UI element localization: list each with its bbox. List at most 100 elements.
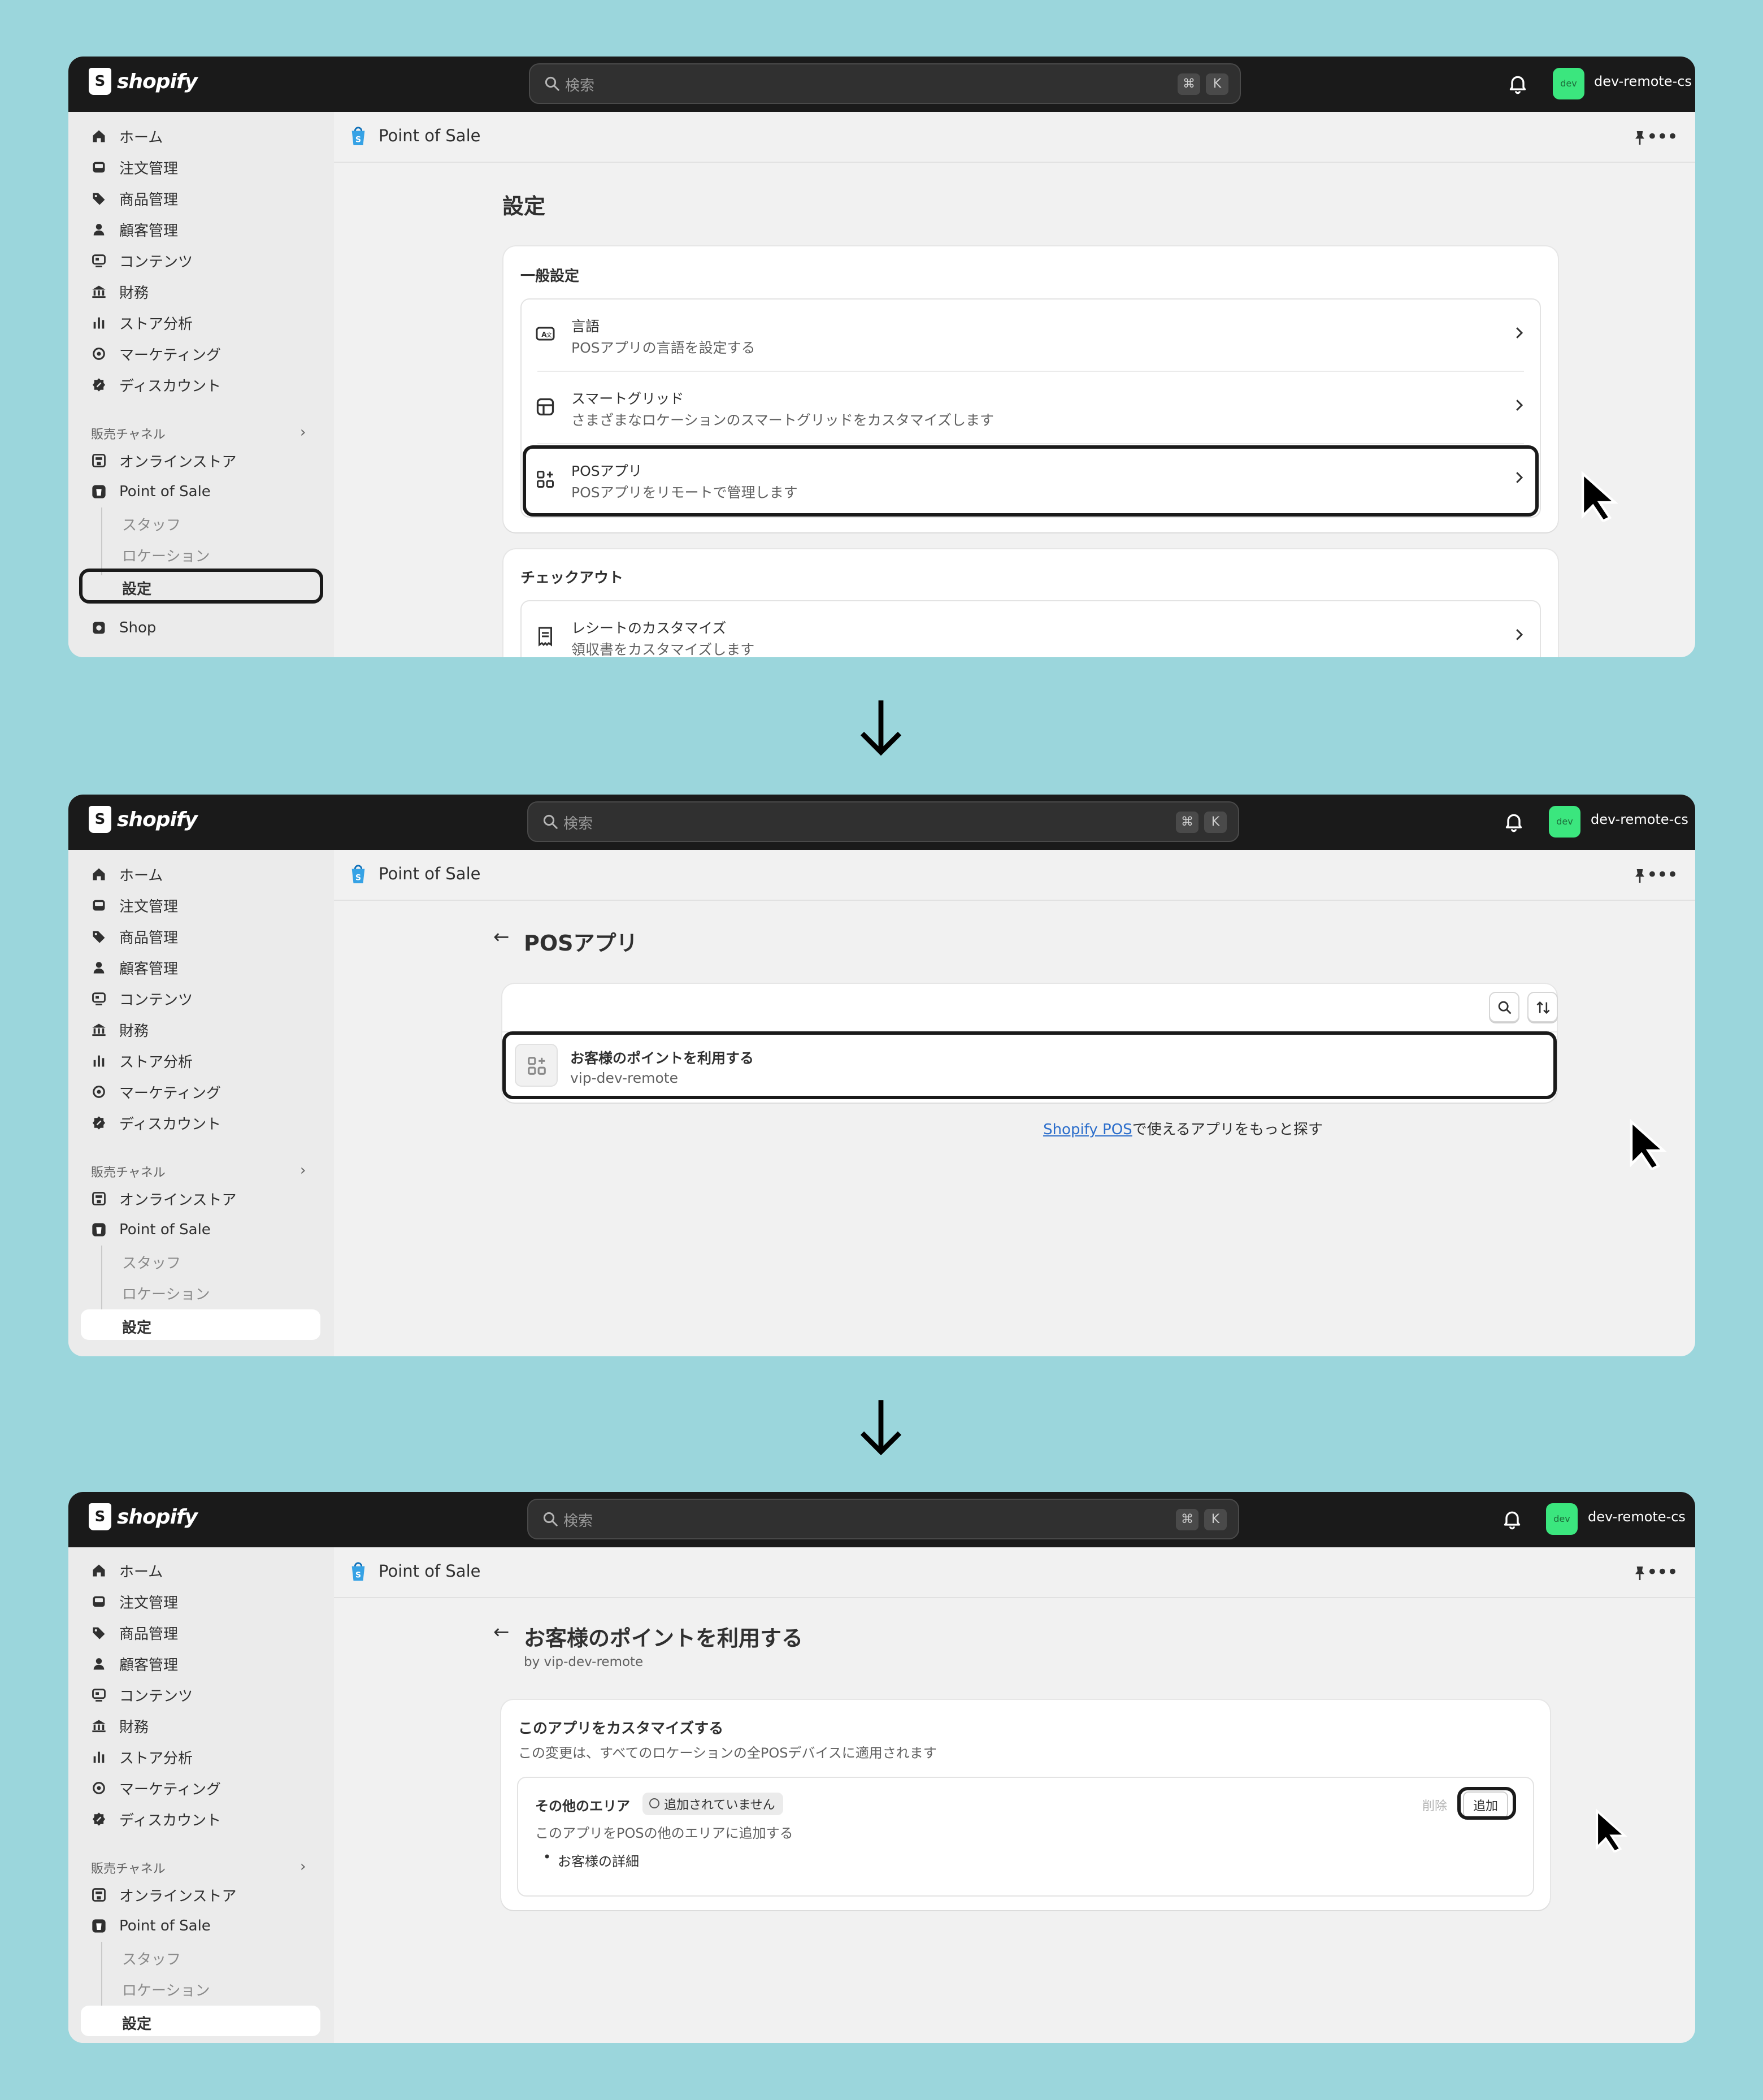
sidebar-item-marketing[interactable]: マーケティング [91,1077,221,1107]
sidebar-item-products[interactable]: 商品管理 [91,1617,178,1648]
brand-name: shopify [117,808,198,831]
more-options-icon[interactable]: ••• [1647,125,1678,148]
sidebar-item-home[interactable]: ホーム [91,859,163,890]
row-subtitle: さまざまなロケーションのスマートグリッドをカスタマイズします [571,412,995,428]
search-input[interactable]: 検索 ⌘ K [527,1499,1239,1539]
general-settings-card: 一般設定 A文 言語 POSアプリの言語を設定する スマートグリッド さまざまな… [503,246,1558,532]
sidebar-item-online-store[interactable]: オンラインストア [91,445,236,476]
bell-icon[interactable] [1506,72,1529,95]
sidebar-item-home[interactable]: ホーム [91,1555,163,1586]
sidebar-item-pos[interactable]: Point of Sale [91,476,211,507]
back-arrow-icon[interactable]: ← [493,926,510,948]
sidebar-item-customers[interactable]: 顧客管理 [91,1648,178,1679]
bank-icon [91,1718,107,1734]
sidebar-item-customers[interactable]: 顧客管理 [91,214,178,245]
sidebar-item-finance[interactable]: 財務 [91,1014,149,1045]
bar-chart-icon [91,1053,107,1069]
sidebar-item-finance[interactable]: 財務 [91,276,149,307]
sidebar-subitem-locations[interactable]: ロケーション [122,543,210,571]
back-arrow-icon[interactable]: ← [493,1621,510,1643]
sidebar-item-label: 財務 [119,1719,149,1736]
row-title: スマートグリッド [571,391,684,407]
search-placeholder: 検索 [563,815,593,832]
sidebar-item-label: 顧客管理 [119,222,179,240]
more-options-icon[interactable]: ••• [1647,864,1678,886]
row-receipt[interactable]: レシートのカスタマイズ 領収書をカスタマイズします [522,601,1540,657]
sidebar-item-pos[interactable]: Point of Sale [91,1911,211,1941]
sidebar-item-online-store[interactable]: オンラインストア [91,1183,236,1214]
avatar[interactable]: dev [1549,806,1580,838]
sidebar-subitem-staff[interactable]: スタッフ [122,1249,181,1278]
row-language[interactable]: A文 言語 POSアプリの言語を設定する [522,300,1540,371]
shopify-logo[interactable]: S shopify [89,1503,198,1530]
bell-icon[interactable] [1501,1508,1523,1530]
sidebar-item-marketing[interactable]: マーケティング [91,339,221,369]
sidebar-item-discounts[interactable]: ディスカウント [91,370,221,400]
store-name[interactable]: dev-remote-cs [1591,812,1688,827]
sidebar-item-analytics[interactable]: ストア分析 [91,1045,193,1076]
row-smart-grid[interactable]: スマートグリッド さまざまなロケーションのスマートグリッドをカスタマイズします [522,372,1540,443]
person-icon [91,1656,107,1672]
shopify-logo[interactable]: S shopify [89,68,198,95]
sidebar-item-pos[interactable]: Point of Sale [91,1214,211,1245]
sidebar-item-orders[interactable]: 注文管理 [91,1586,178,1617]
sidebar-item-analytics[interactable]: ストア分析 [91,307,193,338]
store-name[interactable]: dev-remote-cs [1594,73,1692,89]
sidebar-item-customers[interactable]: 顧客管理 [91,952,178,983]
shopify-pos-link[interactable]: Shopify POS [1043,1121,1132,1138]
sidebar-item-discounts[interactable]: ディスカウント [91,1804,221,1834]
delete-button[interactable]: 削除 [1422,1796,1447,1814]
sidebar-subitem-staff[interactable]: スタッフ [122,511,181,540]
search-input[interactable]: 検索 ⌘ K [529,63,1241,104]
sidebar-subitem-settings[interactable]: 設定 [81,2006,320,2036]
chevron-right-icon[interactable]: › [300,424,306,441]
sidebar-item-label: 商品管理 [119,929,179,947]
search-input[interactable]: 検索 ⌘ K [527,801,1239,842]
target-icon [91,346,107,362]
sidebar-item-online-store[interactable]: オンラインストア [91,1880,236,1910]
more-apps-text: Shopify POSで使えるアプリをもっと探す [334,1118,1695,1139]
avatar[interactable]: dev [1553,68,1584,99]
sidebar-item-label: 商品管理 [119,1625,179,1643]
sidebar-subitem-locations[interactable]: ロケーション [122,1281,210,1309]
card-title: 一般設定 [520,268,580,285]
sidebar-item-content[interactable]: コンテンツ [91,1680,193,1710]
sidebar-item-orders[interactable]: 注文管理 [91,890,178,921]
target-icon [91,1780,107,1796]
row-title: 言語 [571,318,600,335]
sidebar-item-shop[interactable]: Shop [91,613,156,643]
shopify-logo[interactable]: S shopify [89,806,198,833]
more-options-icon[interactable]: ••• [1647,1561,1678,1583]
search-button[interactable] [1489,992,1519,1022]
discount-icon [91,1115,107,1131]
sidebar-item-products[interactable]: 商品管理 [91,921,178,952]
sidebar-item-label: 顧客管理 [119,1656,179,1674]
bank-icon [91,284,107,300]
main-content: S Point of Sale ••• 設定 一般設定 A文 言語 POSアプリ… [334,112,1695,657]
sidebar-item-products[interactable]: 商品管理 [91,183,178,214]
sidebar-item-discounts[interactable]: ディスカウント [91,1108,221,1138]
app-title: Point of Sale [379,864,481,883]
sidebar-subitem-settings[interactable]: 設定 [81,1309,320,1340]
chevron-right-icon[interactable]: › [300,1858,306,1875]
sidebar-subitem-staff[interactable]: スタッフ [122,1946,181,1974]
sidebar-item-label: 財務 [119,1022,149,1040]
bell-icon[interactable] [1503,810,1525,833]
sidebar-item-home[interactable]: ホーム [91,121,163,151]
store-name[interactable]: dev-remote-cs [1588,1509,1686,1525]
sidebar-item-finance[interactable]: 財務 [91,1711,149,1741]
sidebar-item-marketing[interactable]: マーケティング [91,1773,221,1803]
sidebar-item-label: コンテンツ [119,253,193,271]
sidebar-item-label: ホーム [119,1563,163,1581]
sidebar-item-content[interactable]: コンテンツ [91,983,193,1014]
sidebar-item-orders[interactable]: 注文管理 [91,152,178,183]
app-developer: by vip-dev-remote [524,1655,644,1669]
sidebar-item-content[interactable]: コンテンツ [91,245,193,276]
avatar[interactable]: dev [1546,1503,1578,1535]
more-apps-label: で使えるアプリをもっと探す [1132,1121,1323,1138]
chevron-right-icon[interactable]: › [300,1162,306,1179]
discount-icon [91,377,107,393]
sidebar-item-analytics[interactable]: ストア分析 [91,1742,193,1772]
sidebar-subitem-locations[interactable]: ロケーション [122,1977,210,2005]
sort-button[interactable] [1527,992,1558,1022]
